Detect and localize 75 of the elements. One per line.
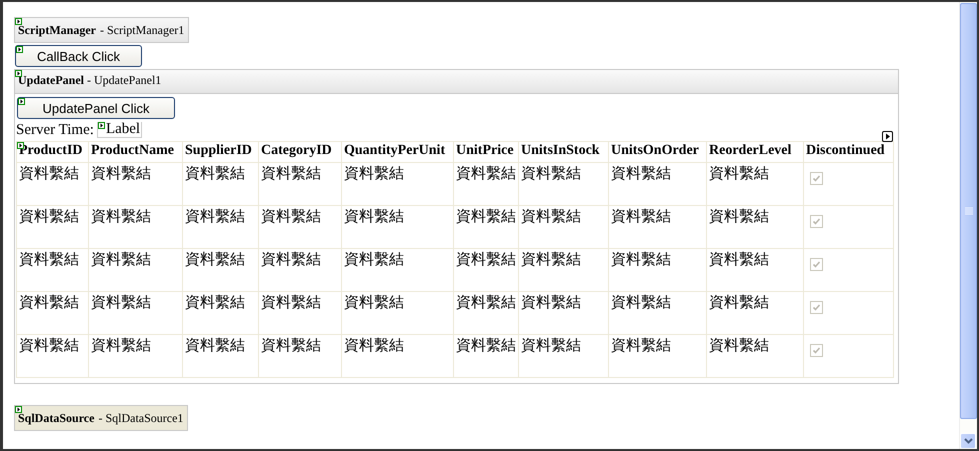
column-header: ProductID: [16, 142, 88, 162]
data-source-control[interactable]: SqlDataSource - SqlDataSource1: [14, 405, 188, 431]
table-cell: 資料繫結: [454, 292, 518, 334]
table-cell: 資料繫結: [342, 206, 454, 248]
table-cell: 資料繫結: [706, 206, 804, 248]
table-cell: 資料繫結: [88, 248, 182, 292]
table-cell: 資料繫結: [706, 292, 804, 334]
table-cell: 資料繫結: [342, 248, 454, 292]
script-manager-control[interactable]: ScriptManager - ScriptManager1: [14, 17, 190, 43]
marker-icon: [15, 70, 22, 77]
column-header: UnitsInStock: [518, 142, 608, 162]
marker-icon: [15, 406, 22, 413]
table-cell: 資料繫結: [182, 162, 258, 206]
scrollbar-thumb[interactable]: [960, 3, 977, 419]
table-cell: 資料繫結: [182, 334, 258, 378]
marker-icon: [17, 142, 24, 149]
column-header: ReorderLevel: [706, 142, 804, 162]
table-cell: 資料繫結: [342, 292, 454, 334]
column-header: UnitsOnOrder: [608, 142, 706, 162]
table-cell: 資料繫結: [706, 334, 804, 378]
table-cell: 資料繫結: [518, 292, 608, 334]
smart-tag-button[interactable]: [882, 131, 893, 142]
table-cell: 資料繫結: [706, 162, 804, 206]
table-cell: 資料繫結: [342, 334, 454, 378]
table-cell: 資料繫結: [518, 334, 608, 378]
table-cell: 資料繫結: [608, 292, 706, 334]
table-cell: 資料繫結: [16, 248, 88, 292]
table-cell: 資料繫結: [608, 162, 706, 206]
update-panel-button[interactable]: UpdatePanel Click: [17, 97, 175, 119]
table-cell: 資料繫結: [16, 162, 88, 206]
table-cell: 資料繫結: [258, 248, 342, 292]
table-cell: 資料繫結: [16, 206, 88, 248]
table-cell: 資料繫結: [182, 248, 258, 292]
table-cell: 資料繫結: [518, 248, 608, 292]
table-cell: 資料繫結: [182, 206, 258, 248]
marker-icon: [98, 122, 105, 129]
table-cell: 資料繫結: [454, 162, 518, 206]
table-cell: 資料繫結: [16, 292, 88, 334]
table-cell: 資料繫結: [454, 248, 518, 292]
column-header: UnitPrice: [454, 142, 518, 162]
column-header: QuantityPerUnit: [342, 142, 454, 162]
table-cell: 資料繫結: [88, 292, 182, 334]
grip-icon: [964, 207, 972, 215]
table-cell: 資料繫結: [258, 162, 342, 206]
column-header: CategoryID: [258, 142, 342, 162]
table-cell: 資料繫結: [88, 206, 182, 248]
column-header: Discontinued: [804, 142, 894, 162]
server-time-label: Server Time:: [16, 122, 94, 138]
table-cell: 資料繫結: [608, 334, 706, 378]
table-cell: 資料繫結: [706, 248, 804, 292]
table-cell: 資料繫結: [608, 248, 706, 292]
table-cell: 資料繫結: [608, 206, 706, 248]
triangle-icon: [884, 133, 891, 140]
table-cell: 資料繫結: [454, 334, 518, 378]
table-cell: 資料繫結: [454, 206, 518, 248]
time-label[interactable]: Label: [96, 122, 142, 138]
marker-icon: [18, 98, 25, 105]
chevron-icon: [964, 438, 972, 444]
table-cell: 資料繫結: [88, 162, 182, 206]
table-cell: 資料繫結: [518, 162, 608, 206]
table-cell: 資料繫結: [182, 292, 258, 334]
column-header: ProductName: [88, 142, 182, 162]
table-cell: 資料繫結: [258, 206, 342, 248]
table-cell: 資料繫結: [16, 334, 88, 378]
column-header: SupplierID: [182, 142, 258, 162]
table-cell: 資料繫結: [88, 334, 182, 378]
callback-button[interactable]: CallBack Click: [15, 45, 142, 67]
table-cell: 資料繫結: [258, 334, 342, 378]
marker-icon: [15, 18, 22, 25]
scroll-down-button[interactable]: [960, 433, 976, 449]
marker-icon: [16, 46, 23, 53]
table-cell: 資料繫結: [258, 292, 342, 334]
table-cell: 資料繫結: [342, 162, 454, 206]
table-cell: 資料繫結: [518, 206, 608, 248]
update-panel-header[interactable]: UpdatePanel - UpdatePanel1: [15, 70, 898, 94]
